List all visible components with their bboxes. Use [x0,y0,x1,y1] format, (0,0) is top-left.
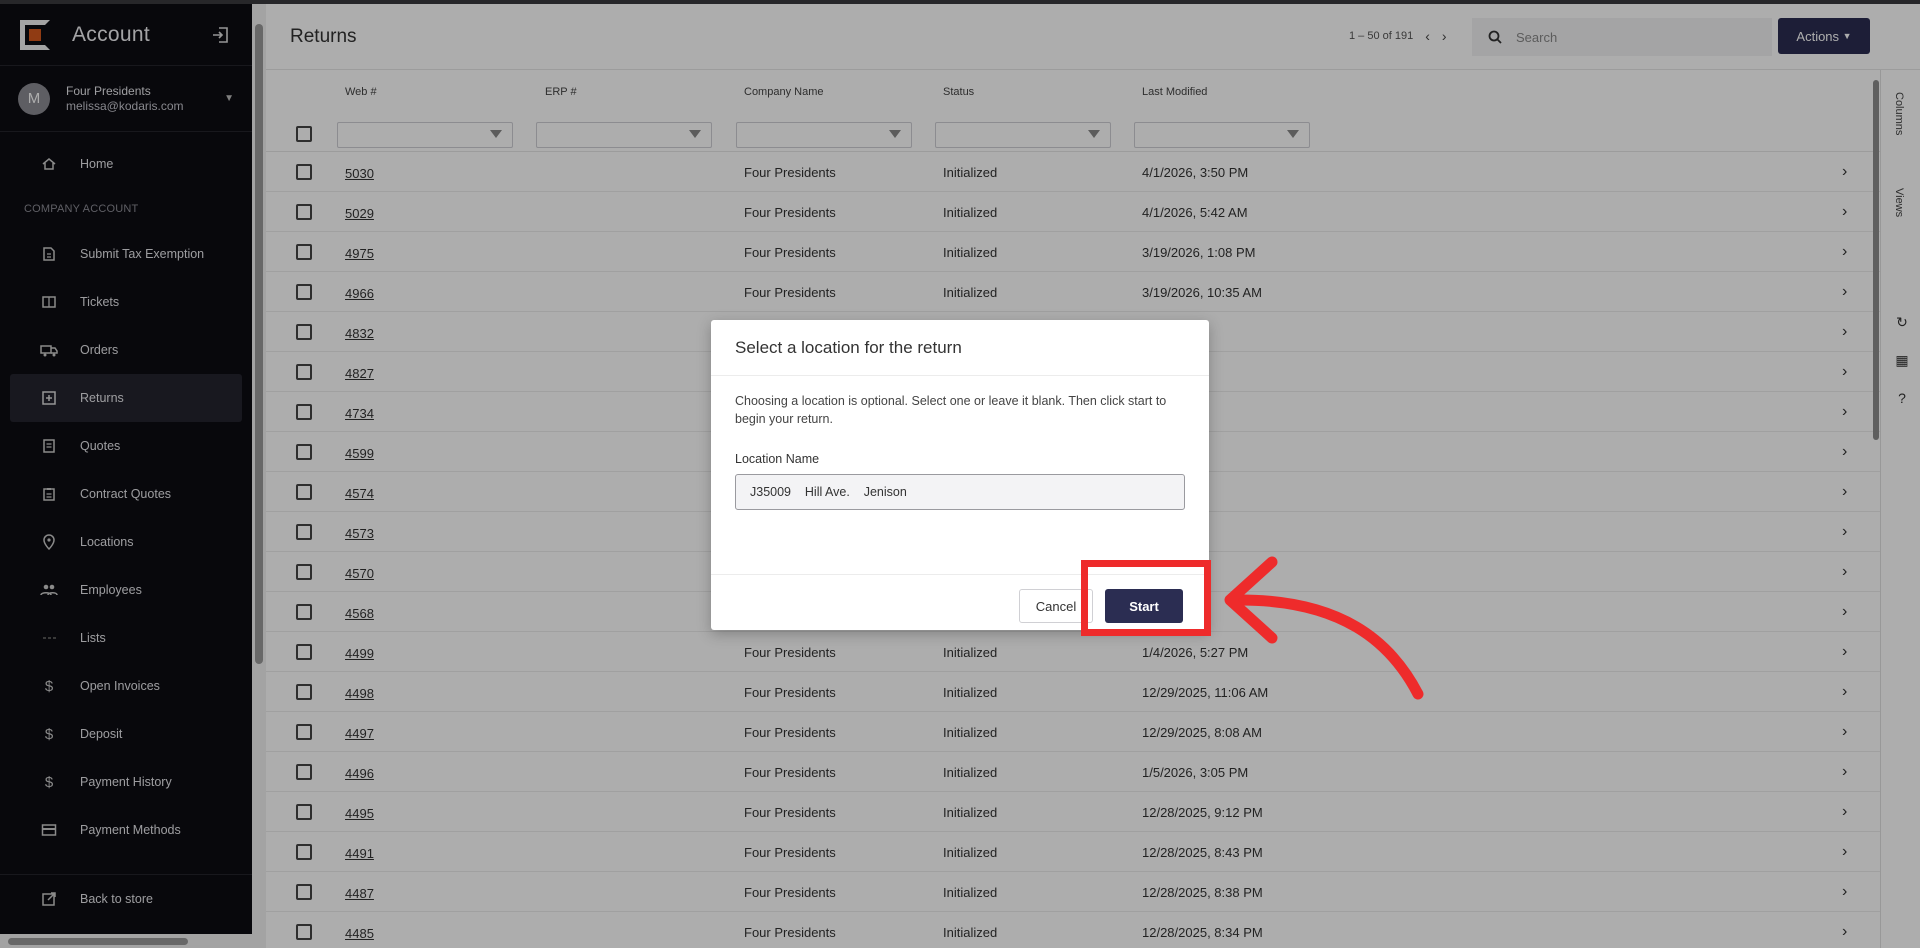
start-highlight-box [1081,560,1211,636]
location-name-field[interactable]: J35009 Hill Ave. Jenison [735,474,1185,510]
red-arrow-annotation [1224,556,1424,700]
dialog-title: Select a location for the return [711,320,1209,376]
location-name-label: Location Name [735,452,820,466]
dialog-description: Choosing a location is optional. Select … [735,394,1167,426]
